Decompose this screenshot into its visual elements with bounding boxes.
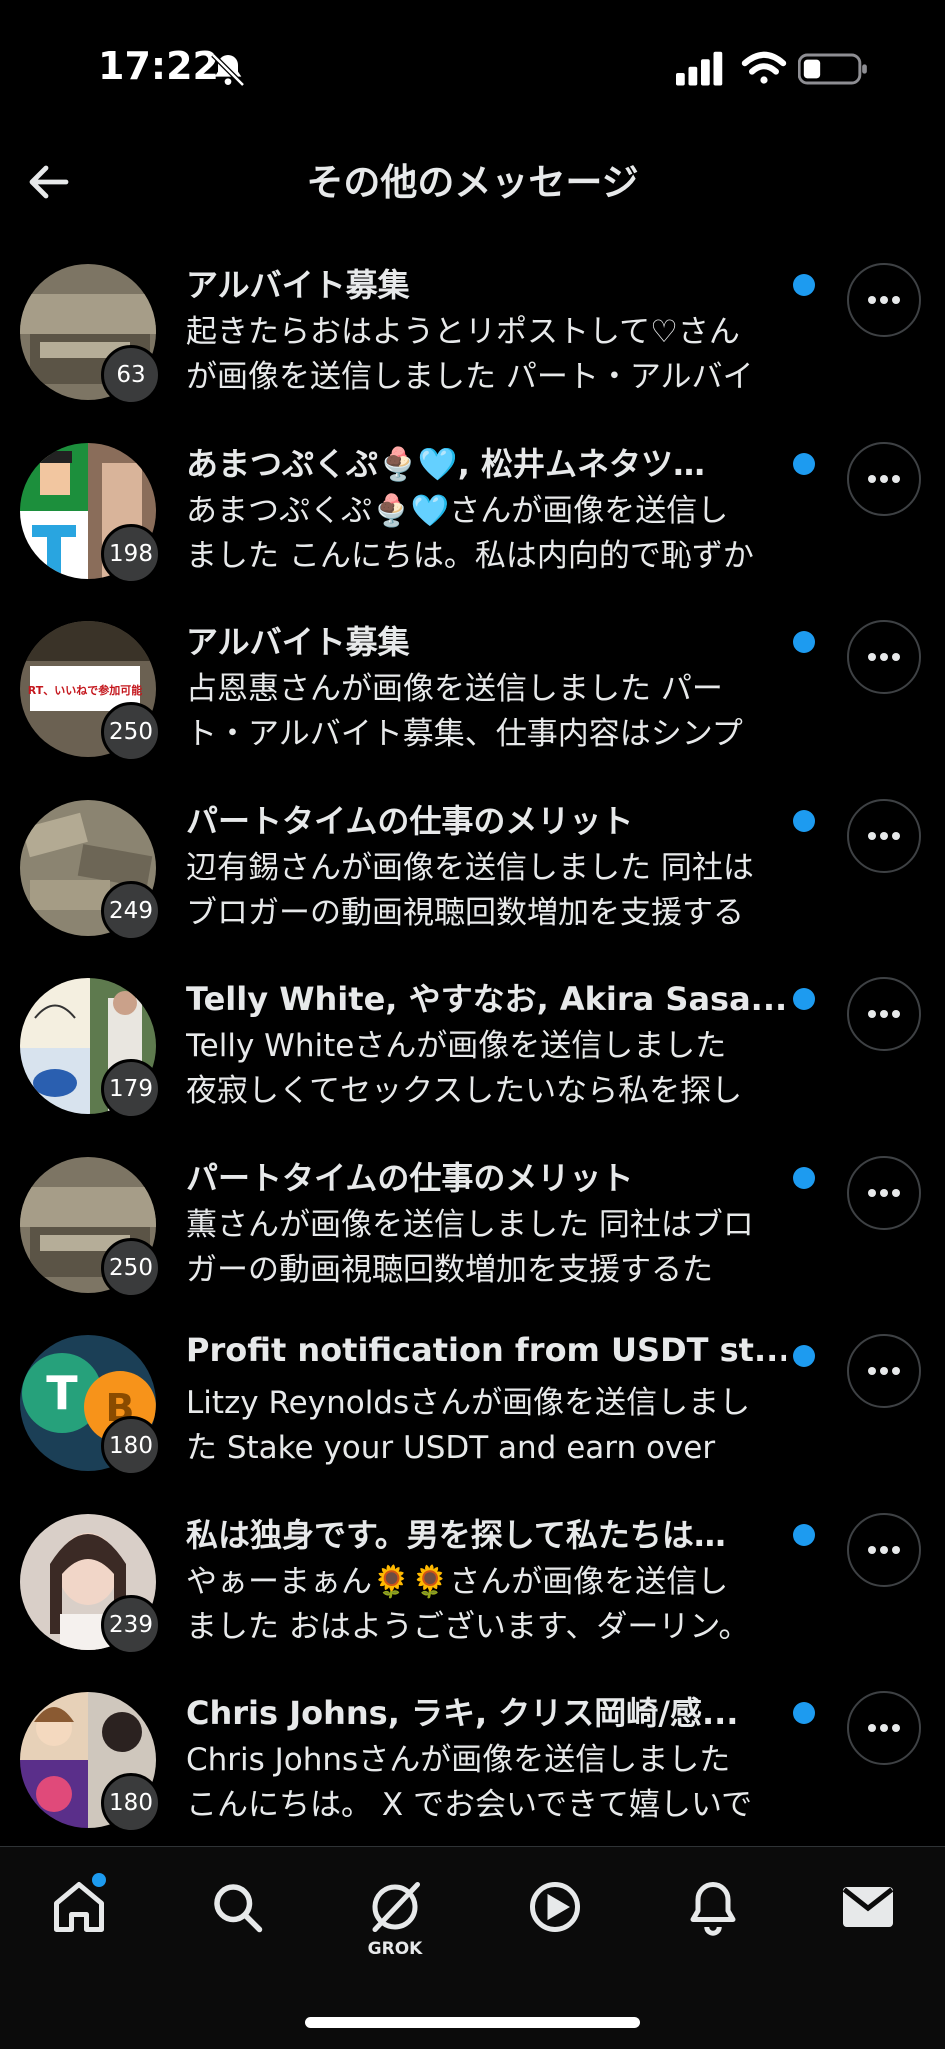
tab-video[interactable] bbox=[520, 1877, 590, 1957]
member-count-badge: 198 bbox=[101, 523, 161, 584]
more-options-button[interactable] bbox=[847, 263, 921, 337]
bell-icon bbox=[690, 1882, 736, 1936]
message-preview-line1: あまつぷくぷ🍨🩵さんが画像を送信し bbox=[186, 492, 729, 529]
svg-text:T: T bbox=[46, 1366, 78, 1420]
conversation-row[interactable]: 250 パートタイムの仕事のメリット 薫さんが画像を送信しました 同社はブロ ガ… bbox=[0, 1127, 945, 1306]
conversation-title: アルバイト募集 bbox=[186, 623, 410, 661]
ellipsis-icon bbox=[868, 831, 900, 840]
message-preview-line2: ガーの動画視聴回数増加を支援するた bbox=[186, 1251, 713, 1288]
tab-search[interactable] bbox=[202, 1877, 272, 1957]
message-preview-line2: ました こんにちは。私は内向的で恥ずか bbox=[186, 537, 754, 574]
member-count-badge: 63 bbox=[101, 345, 161, 405]
conversation-title: アルバイト募集 bbox=[186, 266, 410, 304]
more-options-button[interactable] bbox=[847, 977, 921, 1051]
message-preview-line1: 占恩惠さんが画像を送信しました パー bbox=[186, 671, 723, 707]
unread-dot bbox=[793, 988, 815, 1010]
avatar-caption: RT、いいねで参加可能 bbox=[28, 683, 142, 697]
tab-grok[interactable]: GROK bbox=[360, 1877, 430, 1959]
message-request-list: 63 アルバイト募集 起きたらおはようとリポストして♡さん が画像を送信しました… bbox=[0, 234, 945, 1846]
more-options-button[interactable] bbox=[847, 441, 921, 516]
conversation-row[interactable]: TB 180 Profit notification from USDT st.… bbox=[0, 1305, 945, 1484]
ellipsis-icon bbox=[868, 1367, 900, 1375]
battery-icon bbox=[798, 53, 867, 85]
tab-home[interactable] bbox=[44, 1877, 114, 1957]
home-notification-dot bbox=[92, 1873, 106, 1887]
message-preview-line2: た Stake your USDT and earn over bbox=[186, 1430, 716, 1466]
member-count-badge: 249 bbox=[101, 880, 161, 941]
message-preview-line2: 夜寂しくてセックスしたいなら私を探し bbox=[186, 1073, 743, 1109]
page-title: その他のメッセージ bbox=[306, 161, 639, 204]
message-preview-line1: Chris Johnsさんが画像を送信しました bbox=[186, 1742, 731, 1778]
message-preview-line1: Telly Whiteさんが画像を送信しました bbox=[186, 1028, 727, 1064]
conversation-row[interactable]: RT、いいねで参加可能 250 アルバイト募集 占恩惠さんが画像を送信しました … bbox=[0, 591, 945, 770]
conversation-title: 私は独身です。男を探して私たちは… bbox=[186, 1515, 726, 1554]
conversation-row[interactable]: 198 あまつぷくぷ🍨🩵, 松井ムネタツ… あまつぷくぷ🍨🩵さんが画像を送信し … bbox=[0, 413, 945, 592]
message-preview-line2: ました おはようございます、ダーリン。 bbox=[186, 1608, 750, 1645]
member-count-badge: 250 bbox=[101, 702, 161, 762]
conversation-row[interactable]: 249 パートタイムの仕事のメリット 辺有錫さんが画像を送信しました 同社は ブ… bbox=[0, 770, 945, 949]
more-options-button[interactable] bbox=[847, 620, 921, 694]
home-indicator bbox=[305, 2017, 640, 2028]
mail-icon bbox=[842, 1887, 894, 1927]
ellipsis-icon bbox=[868, 1545, 900, 1554]
more-options-button[interactable] bbox=[847, 1691, 921, 1765]
more-options-button[interactable] bbox=[847, 1512, 921, 1587]
grok-label: GROK bbox=[367, 1939, 423, 1959]
ellipsis-icon bbox=[868, 1010, 900, 1018]
message-preview-line1: 辺有錫さんが画像を送信しました 同社は bbox=[186, 849, 754, 886]
unread-dot bbox=[793, 452, 815, 475]
conversation-title: パートタイムの仕事のメリット bbox=[186, 801, 634, 840]
unread-dot bbox=[793, 1345, 815, 1367]
more-options-button[interactable] bbox=[847, 798, 921, 873]
ellipsis-icon bbox=[868, 653, 900, 661]
ellipsis-icon bbox=[868, 296, 900, 304]
header: その他のメッセージ bbox=[0, 130, 945, 234]
ellipsis-icon bbox=[868, 1724, 900, 1732]
message-preview-line2: ト・アルバイト募集、仕事内容はシンプ bbox=[186, 716, 743, 752]
grok-icon bbox=[372, 1882, 420, 1932]
member-count-badge: 239 bbox=[101, 1594, 161, 1655]
message-preview-line2: が画像を送信しました パート・アルバイ bbox=[186, 359, 754, 395]
status-bar: 17:22 bbox=[0, 0, 945, 130]
unread-dot bbox=[793, 631, 815, 653]
ellipsis-icon bbox=[868, 474, 900, 483]
member-count-badge: 179 bbox=[101, 1059, 161, 1119]
member-count-badge: 180 bbox=[101, 1416, 161, 1476]
message-preview-line1: Litzy Reynoldsさんが画像を送信しまし bbox=[186, 1385, 751, 1421]
bottom-tab-bar: GROK bbox=[0, 1846, 945, 2049]
unread-dot bbox=[793, 274, 815, 296]
ellipsis-icon bbox=[868, 1188, 900, 1197]
conversation-row[interactable]: 179 Telly White, やすなお, Akira Sasa... Tel… bbox=[0, 948, 945, 1127]
play-circle-icon bbox=[530, 1882, 580, 1932]
message-preview-line2: こんにちは。 X でお会いできて嬉しいで bbox=[186, 1787, 753, 1823]
tab-messages[interactable] bbox=[833, 1877, 903, 1957]
unread-dot bbox=[793, 1523, 815, 1546]
unread-dot bbox=[793, 809, 815, 832]
status-time: 17:22 bbox=[98, 44, 219, 88]
conversation-title: Telly White, やすなお, Akira Sasa... bbox=[186, 980, 786, 1018]
search-icon bbox=[214, 1884, 263, 1933]
message-preview-line2: ブロガーの動画視聴回数増加を支援する bbox=[186, 894, 744, 931]
more-options-button[interactable] bbox=[847, 1334, 921, 1408]
conversation-row[interactable]: 180 Chris Johns, ラキ, クリス岡崎/感... Chris Jo… bbox=[0, 1662, 945, 1841]
unread-dot bbox=[793, 1166, 815, 1189]
member-count-badge: 180 bbox=[101, 1773, 161, 1833]
member-count-badge: 250 bbox=[101, 1237, 161, 1298]
conversation-title: パートタイムの仕事のメリット bbox=[186, 1158, 634, 1197]
conversation-title: Chris Johns, ラキ, クリス岡崎/感... bbox=[186, 1694, 739, 1732]
tab-notifications[interactable] bbox=[678, 1877, 748, 1957]
conversation-title: あまつぷくぷ🍨🩵, 松井ムネタツ… bbox=[186, 444, 705, 483]
message-preview-line1: 薫さんが画像を送信しました 同社はブロ bbox=[186, 1206, 754, 1243]
conversation-row[interactable]: 239 私は独身です。男を探して私たちは… やぁーまぁん🌻🌻さんが画像を送信し … bbox=[0, 1484, 945, 1663]
signal-icon bbox=[676, 51, 723, 86]
more-options-button[interactable] bbox=[847, 1155, 921, 1230]
bell-muted-icon bbox=[211, 53, 245, 87]
message-preview-line1: 起きたらおはようとリポストして♡さん bbox=[186, 314, 740, 350]
message-preview-line1: やぁーまぁん🌻🌻さんが画像を送信し bbox=[186, 1563, 729, 1600]
conversation-title: Profit notification from USDT st... bbox=[186, 1331, 786, 1369]
unread-dot bbox=[793, 1702, 815, 1724]
wifi-icon bbox=[741, 51, 787, 84]
conversation-row[interactable]: 63 アルバイト募集 起きたらおはようとリポストして♡さん が画像を送信しました… bbox=[0, 234, 945, 413]
